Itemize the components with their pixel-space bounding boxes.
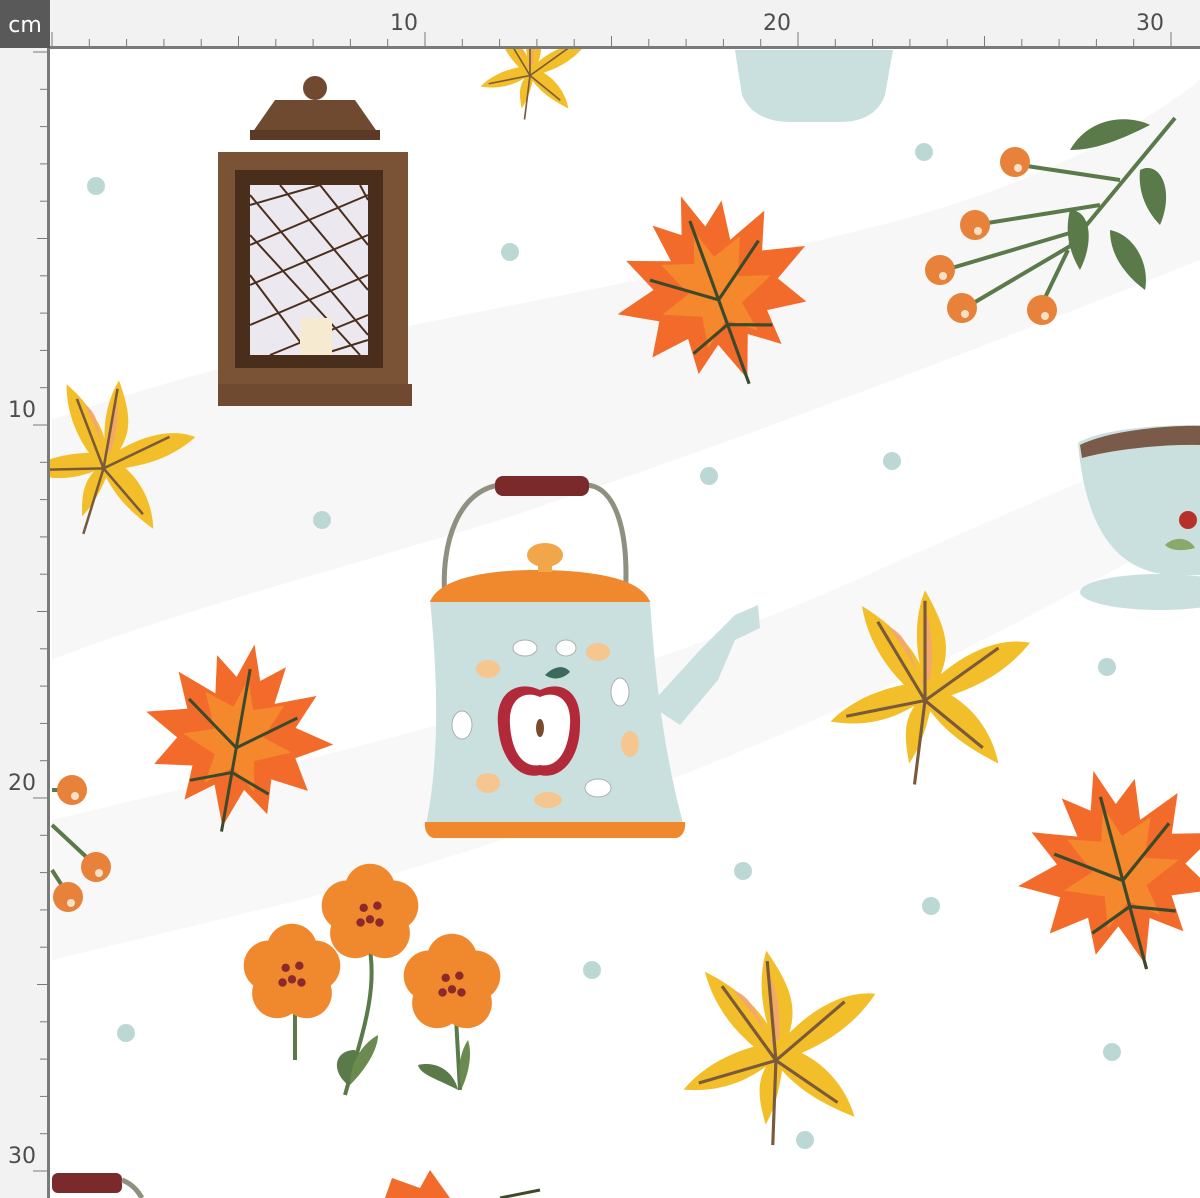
- dot-icon: [87, 177, 105, 195]
- dot-icon: [915, 143, 933, 161]
- ruler-left: 10 20 30: [0, 0, 50, 1198]
- unit-badge: cm: [0, 0, 50, 48]
- dot-icon: [796, 1131, 814, 1149]
- teacup-icon: [735, 50, 893, 122]
- dot-icon: [583, 961, 601, 979]
- ruler-top-label: 20: [763, 11, 791, 36]
- dot-icon: [883, 452, 901, 470]
- ruler-left-label: 10: [8, 398, 36, 423]
- dot-icon: [1103, 1043, 1121, 1061]
- ruler-top-label: 10: [390, 11, 418, 36]
- fabric-preview: 10 20 30 10 20 30 cm: [0, 0, 1200, 1198]
- teacup-icon: [1078, 425, 1200, 610]
- ruler-top-label: 30: [1136, 11, 1164, 36]
- dot-icon: [501, 243, 519, 261]
- dot-icon: [922, 897, 940, 915]
- ruler-left-label: 30: [8, 1144, 36, 1169]
- dot-icon: [313, 511, 331, 529]
- dot-icon: [734, 862, 752, 880]
- dot-icon: [1098, 658, 1116, 676]
- ruler-left-label: 20: [8, 771, 36, 796]
- ruler-top: 10 20 30: [0, 0, 1200, 49]
- dot-icon: [117, 1024, 135, 1042]
- unit-label: cm: [8, 13, 42, 38]
- dot-icon: [700, 467, 718, 485]
